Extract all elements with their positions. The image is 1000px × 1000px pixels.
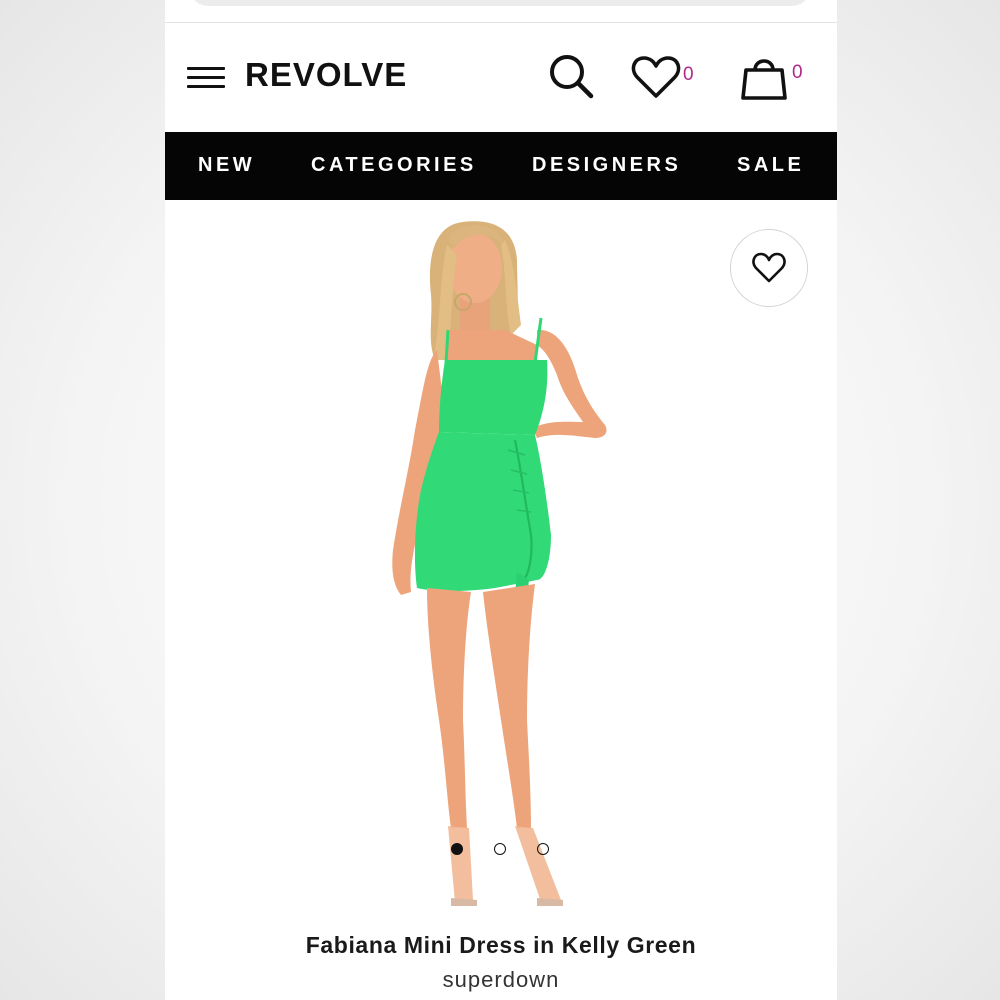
site-header: REVOLVE 0 0 [165,30,837,130]
search-icon [550,55,594,99]
carousel-dot-1[interactable] [451,843,463,855]
browser-address-bar[interactable] [190,0,810,6]
carousel-dot-3[interactable] [537,843,549,855]
favorite-button[interactable] [730,229,808,307]
bag-count: 0 [792,62,803,83]
heart-icon [631,56,681,98]
heart-outline-icon [752,252,786,283]
product-image[interactable] [165,200,837,920]
nav-item-sale[interactable]: SALE [737,154,804,177]
image-carousel-dots [165,843,837,859]
shopping-bag-icon [741,59,787,100]
wishlist-count: 0 [683,64,694,85]
product-brand[interactable]: superdown [165,967,837,993]
nav-item-designers[interactable]: DESIGNERS [532,154,681,177]
nav-item-new[interactable]: NEW [198,154,255,177]
product-title[interactable]: Fabiana Mini Dress in Kelly Green [165,932,837,959]
carousel-dot-2[interactable] [494,843,506,855]
app-screen: REVOLVE 0 0 NEW CATEGORIES DESIGNERS SAL… [165,0,837,1000]
search-button[interactable] [547,52,597,102]
hamburger-menu-icon[interactable] [187,67,225,91]
top-divider [165,22,837,23]
revolve-logo[interactable]: REVOLVE [245,56,407,94]
category-nav: NEW CATEGORIES DESIGNERS SALE [165,132,837,200]
shopping-bag-button[interactable]: 0 [740,50,812,104]
wishlist-button[interactable]: 0 [631,52,703,102]
nav-item-categories[interactable]: CATEGORIES [311,154,477,177]
